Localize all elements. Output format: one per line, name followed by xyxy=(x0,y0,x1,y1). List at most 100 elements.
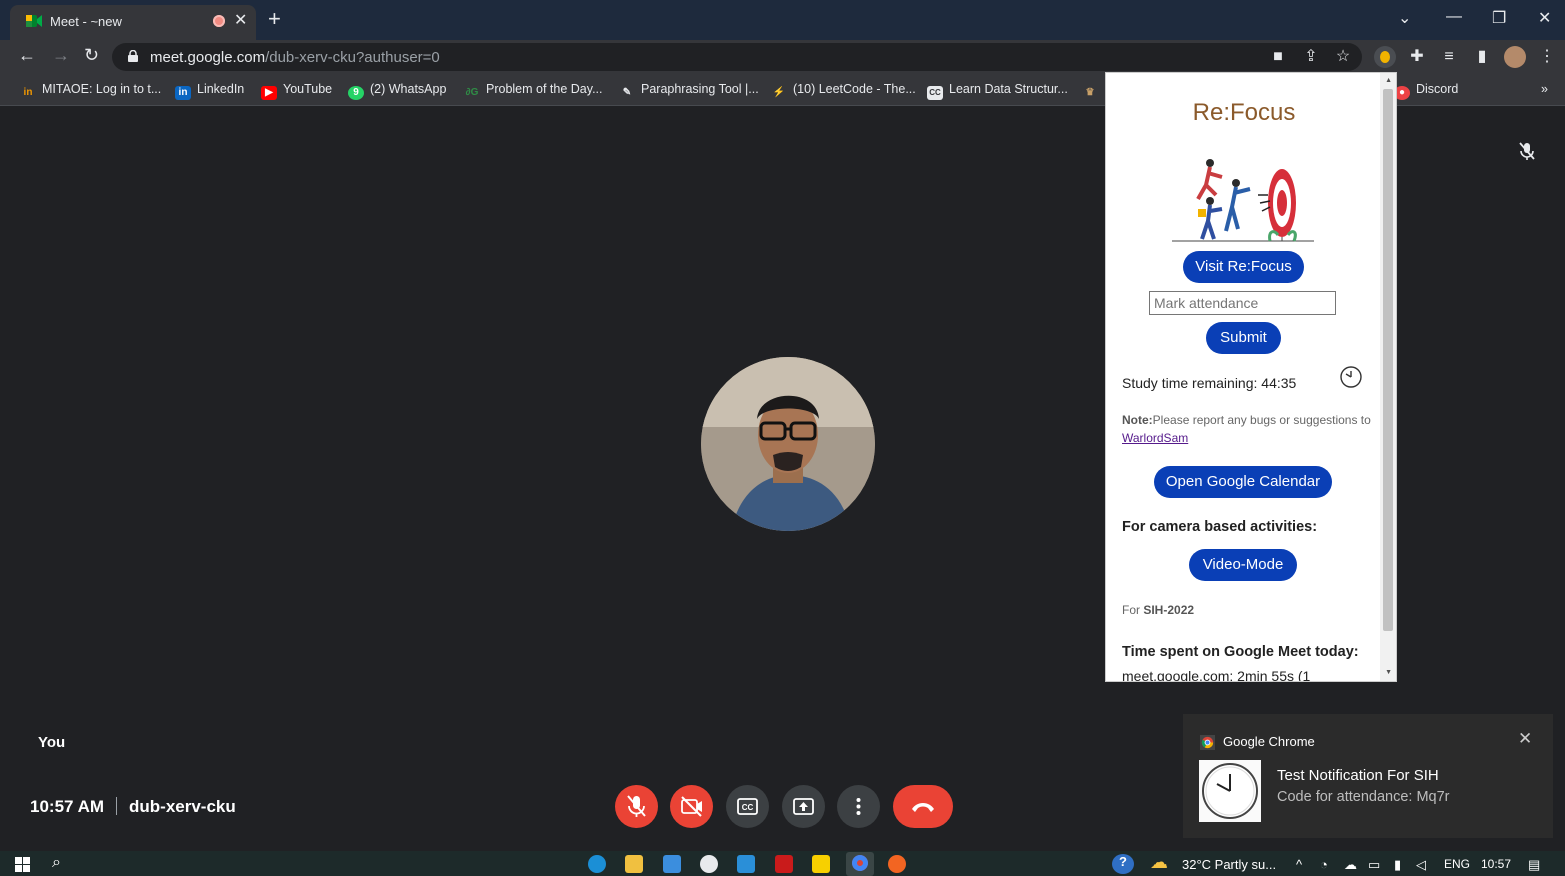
address-bar[interactable]: meet.google.com/dub-xerv-cku?authuser=0 … xyxy=(112,43,1362,71)
bookmark-leetcode[interactable]: ⚡ (10) LeetCode - The... xyxy=(771,82,916,100)
windows-start-icon[interactable] xyxy=(15,857,30,872)
bookmark-linkedin[interactable]: in LinkedIn xyxy=(175,82,244,100)
video-mode-button[interactable]: Video-Mode xyxy=(1189,549,1297,581)
chrome-icon xyxy=(1200,735,1215,750)
for-sih-label: For SIH-2022 xyxy=(1122,603,1195,617)
camera-toggle-button[interactable] xyxy=(670,785,713,828)
slack-icon[interactable] xyxy=(700,855,718,873)
divider xyxy=(116,797,118,815)
restore-button[interactable]: ❐ xyxy=(1492,8,1506,28)
help-icon[interactable]: ? xyxy=(1112,854,1134,874)
clock-icon xyxy=(1202,763,1258,819)
share-icon[interactable]: ⇪ xyxy=(1302,48,1320,66)
lock-icon[interactable] xyxy=(128,50,138,62)
extensions-puzzle-icon[interactable]: ✚ xyxy=(1408,48,1426,66)
mic-off-icon xyxy=(1519,142,1535,160)
notification-image xyxy=(1199,760,1261,822)
more-options-button[interactable] xyxy=(837,785,880,828)
warlordsam-link[interactable]: WarlordSam xyxy=(1122,431,1188,445)
new-tab-button[interactable]: + xyxy=(268,6,281,32)
volume-icon[interactable]: ◁ xyxy=(1416,857,1426,873)
more-menu-icon[interactable]: ⋮ xyxy=(1538,48,1556,66)
notification-title: Test Notification For SIH xyxy=(1277,767,1439,784)
svg-text:CC: CC xyxy=(742,803,754,812)
tab-title: Meet - ~new xyxy=(50,14,122,29)
postman-icon[interactable] xyxy=(888,855,906,873)
network-icon[interactable]: ◔ xyxy=(1320,857,1328,872)
bookmark-misc[interactable]: ♛ xyxy=(1082,82,1104,100)
present-screen-button[interactable] xyxy=(782,785,825,828)
close-tab-icon[interactable]: ✕ xyxy=(234,10,247,30)
self-label: You xyxy=(38,734,66,751)
time-spent-detail: meet.google.com: 2min 55s (1 xyxy=(1122,668,1311,682)
dismiss-notification-icon[interactable]: ✕ xyxy=(1518,729,1532,749)
bookmark-gfg[interactable]: ∂G Problem of the Day... xyxy=(464,82,603,100)
scrollbar-thumb[interactable] xyxy=(1383,89,1393,631)
submit-button[interactable]: Submit xyxy=(1206,322,1281,354)
bookmark-mitaoe[interactable]: in MITAOE: Log in to t... xyxy=(20,82,162,100)
edge-icon[interactable] xyxy=(588,855,606,873)
scroll-down-icon[interactable]: ▼ xyxy=(1385,669,1392,676)
url-text[interactable]: meet.google.com/dub-xerv-cku?authuser=0 xyxy=(150,49,440,66)
notification-body: Code for attendance: Mq7r xyxy=(1277,789,1450,805)
close-window-button[interactable]: ✕ xyxy=(1538,8,1551,28)
bookmark-learn-ds[interactable]: CC Learn Data Structur... xyxy=(927,82,1068,100)
microphone-icon[interactable]: ▮ xyxy=(1394,857,1401,873)
scroll-up-icon[interactable]: ▲ xyxy=(1385,77,1392,84)
bookmark-badge-icon: ♛ xyxy=(1085,87,1095,98)
refocus-extension-popup: Re:Focus Visit Re:Focus Submit Study tim… xyxy=(1105,72,1397,682)
weather-text[interactable]: 32°C Partly su... xyxy=(1182,857,1276,872)
more-vert-icon xyxy=(856,798,861,815)
note-text: Note:Please report any bugs or suggestio… xyxy=(1122,413,1371,445)
mitaoe-icon: in xyxy=(23,87,33,98)
reload-icon[interactable]: ↻ xyxy=(84,45,99,66)
mail-icon[interactable] xyxy=(663,855,681,873)
bookmark-paraphrasing[interactable]: ✎ Paraphrasing Tool |... xyxy=(619,82,759,100)
minimize-button[interactable]: — xyxy=(1446,8,1462,26)
open-google-calendar-button[interactable]: Open Google Calendar xyxy=(1154,466,1332,498)
refocus-extension-icon[interactable] xyxy=(1374,46,1396,68)
present-icon xyxy=(793,798,814,815)
action-center-icon[interactable]: ▤ xyxy=(1528,857,1540,873)
refocus-title: Re:Focus xyxy=(1192,99,1296,126)
leave-call-button[interactable] xyxy=(893,785,953,828)
camera-in-use-icon[interactable]: ■ xyxy=(1269,48,1287,66)
language-indicator[interactable]: ENG xyxy=(1444,857,1470,871)
vscode-icon[interactable] xyxy=(737,855,755,873)
side-panel-icon[interactable]: ▮ xyxy=(1473,48,1491,66)
bookmark-discord[interactable]: ● Discord xyxy=(1394,82,1458,100)
acrobat-icon[interactable] xyxy=(775,855,793,873)
tab-meet[interactable]: Meet - ~new ✕ xyxy=(10,5,256,40)
meeting-code[interactable]: dub-xerv-cku xyxy=(129,797,236,816)
chrome-notification-toast[interactable]: Google Chrome ✕ Test Notification For SI… xyxy=(1183,714,1553,838)
back-arrow-icon[interactable]: ← xyxy=(18,45,36,66)
user-photo xyxy=(701,357,875,531)
sticky-notes-icon[interactable] xyxy=(812,855,830,873)
bookmark-star-icon[interactable]: ☆ xyxy=(1334,48,1352,66)
taskbar-clock[interactable]: 10:57 xyxy=(1481,857,1511,871)
bookmark-youtube[interactable]: ▶ YouTube xyxy=(261,82,332,100)
profile-avatar[interactable] xyxy=(1504,46,1526,68)
visit-refocus-button[interactable]: Visit Re:Focus xyxy=(1183,251,1304,283)
reading-list-icon[interactable]: ≡ xyxy=(1440,48,1458,66)
tab-search-icon[interactable]: ⌄ xyxy=(1398,8,1411,28)
meeting-time: 10:57 AM xyxy=(30,797,105,816)
popup-scrollbar[interactable]: ▲ ▼ xyxy=(1380,73,1396,681)
battery-icon[interactable]: ▭ xyxy=(1368,857,1380,873)
mic-off-icon xyxy=(627,795,646,817)
tray-chevron-up-icon[interactable]: ^ xyxy=(1296,857,1302,872)
bookmark-whatsapp[interactable]: 9 (2) WhatsApp xyxy=(348,82,446,100)
weather-icon[interactable]: ☁ xyxy=(1150,852,1168,873)
attendance-input[interactable] xyxy=(1149,291,1336,315)
bookmarks-overflow-icon[interactable]: » xyxy=(1541,82,1548,96)
captions-button[interactable]: CC xyxy=(726,785,769,828)
chrome-taskbar-button[interactable] xyxy=(846,852,874,876)
file-explorer-icon[interactable] xyxy=(625,855,643,873)
onedrive-icon[interactable]: ☁ xyxy=(1344,857,1357,873)
mic-toggle-button[interactable] xyxy=(615,785,658,828)
meeting-info: 10:57 AM dub-xerv-cku xyxy=(30,797,236,817)
search-icon[interactable]: ⌕ xyxy=(52,854,61,872)
camera-off-icon xyxy=(681,796,702,817)
camera-activities-label: For camera based activities: xyxy=(1122,519,1318,535)
forward-arrow-icon[interactable]: → xyxy=(52,45,70,66)
